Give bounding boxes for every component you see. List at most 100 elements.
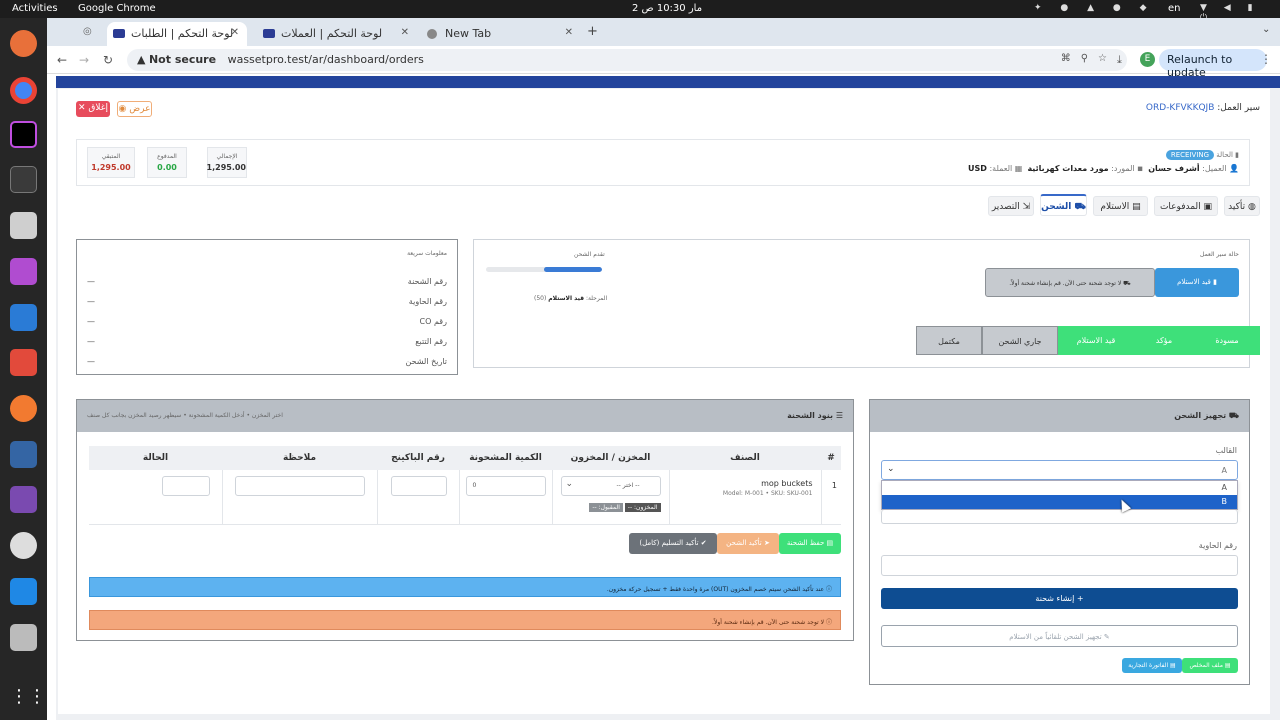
auto-prepare-button[interactable]: ✎ تجهيز الشحن تلقائياً من الاستلام [881,625,1238,647]
reload-icon[interactable]: ↻ [103,53,113,67]
accepted-badge: المقبول: -- [589,503,623,512]
tray-icons[interactable]: ✦ ● ▲ ● ◆ [1034,3,1155,13]
phpstorm-icon[interactable] [10,121,37,148]
status-input[interactable] [161,476,210,496]
view-button[interactable]: عرض ◉ [117,101,152,117]
tab-shipping[interactable]: ⛟ الشحن [1040,194,1087,216]
supplier-value: مورد معدات كهربائية [1027,164,1109,173]
files-icon[interactable] [10,212,37,239]
app-grid-icon[interactable]: ⋮⋮⋮ [10,683,64,710]
tab-export[interactable]: ⇲ التصدير [988,196,1034,216]
row-label: تاريخ الشحن [405,357,447,366]
text-editor-icon[interactable] [10,441,37,468]
status-badge: RECEIVING [1165,150,1215,160]
shipment-items-card: ☰ بنود الشحنة اختر المخزن • أدخل الكمية … [76,399,854,641]
profile-avatar[interactable]: E [1140,52,1155,67]
database-icon[interactable] [10,624,37,651]
workflow-step-draft: مسودة [1194,326,1260,355]
template-select[interactable]: A ⌄ [881,460,1238,480]
hidden-field-behind-dropdown[interactable] [881,510,1238,524]
stat-label: الإجمالي [216,153,238,160]
omnibox-tools[interactable]: ⌘⚲☆ [1061,53,1117,64]
packing-file-button[interactable]: ▤ ملف المخلص [1182,658,1238,673]
language-indicator[interactable]: en [1168,3,1181,14]
col-header: الصنف [730,453,760,463]
close-button[interactable]: إغلاق ✕ [76,101,110,117]
workflow-step-confirmed: مؤكد [1134,326,1194,355]
firefox-icon[interactable] [10,30,37,57]
confirm-full-delivery-button[interactable]: ✔ تأكيد التسليم (كامل) [629,533,717,554]
chrome-icon[interactable] [10,77,37,104]
confirm-shipping-button[interactable]: ➤ تأكيد الشحن [717,533,779,554]
title-text: بنود الشحنة [787,411,834,420]
tab-payments[interactable]: ▣ المدفوعات [1154,196,1218,216]
browser-tab-orders[interactable]: لوحة التحكم | الطلبات ✕ [107,22,247,46]
tab-search-icon[interactable]: ◎ [83,26,92,37]
template-option-b[interactable]: B [882,495,1237,509]
shipping-prep-header: ⛟ تجهيز الشحن [870,400,1249,432]
quick-info-card: معلومات سريعة رقم الشحنة — رقم الحاوية — ر… [76,239,458,375]
clock[interactable]: 2 مار 10:30 ص [632,3,702,14]
active-app-label[interactable]: Google Chrome [78,3,156,14]
shipping-progress-fill [544,267,602,272]
tab-list-chevron-icon[interactable]: ⌄ [1262,24,1270,35]
omnibox[interactable]: ▲ Not secure wassetpro.test/ar/dashboard… [127,49,1127,71]
commercial-invoice-button[interactable]: ▤ الفاتورة التجارية [1122,658,1182,673]
tab-receiving[interactable]: ▤ الاستلام [1093,196,1148,216]
quick-info-row: تاريخ الشحن — [87,352,447,372]
site-favicon-icon [263,29,275,38]
packing-input[interactable] [390,476,447,496]
order-number: ORD-KFVKKQJB [1145,103,1215,113]
workflow-status-title: حالة سير العمل [1200,251,1239,258]
postman-icon[interactable] [10,395,37,422]
row-label: رقم الشحنة [407,277,447,286]
back-arrow-icon[interactable]: ← [57,53,67,67]
table-row: 1 mop buckets Model: M-001 • SKU: SKU-00… [89,470,841,524]
browser-tab-currencies[interactable]: لوحة التحكم | العملات ✕ [257,22,417,46]
download-icon[interactable]: ⤓ [1117,53,1122,67]
terminal-icon[interactable] [10,166,37,193]
status-row: ▮ الحالة RECEIVING [1165,150,1239,160]
browser-tab-new[interactable]: New Tab ✕ [421,22,581,46]
warning-icon: ▲ [137,53,149,66]
chrome-menu-icon[interactable]: ⋮ [1260,52,1272,66]
chevron-down-icon: ⌄ [887,464,895,474]
close-tab-icon[interactable]: ✕ [231,27,239,38]
title-text: تجهيز الشحن [1174,411,1227,420]
stat-value: 1,295.00 [91,163,131,172]
not-secure-label[interactable]: Not secure [149,53,216,66]
anydesk-icon[interactable] [10,349,37,376]
current-status-button[interactable]: ▮ قيد الاستلام [1155,268,1239,297]
forward-arrow-icon[interactable]: → [79,53,89,67]
close-label: إغلاق [88,103,108,113]
shipping-progress-bar [486,267,602,272]
writer-icon[interactable] [10,304,37,331]
close-tab-icon[interactable]: ✕ [565,27,573,38]
relaunch-button[interactable]: Relaunch to update [1159,49,1267,79]
row-value: — [87,297,95,306]
media-player-icon[interactable] [10,258,37,285]
quick-info-list: رقم الشحنة — رقم الحاوية — رقم CO — رقم الت… [87,272,447,372]
template-option-a[interactable]: A [882,481,1237,495]
new-tab-plus-icon[interactable]: + [587,24,598,39]
note-input[interactable] [234,476,365,496]
row-number: 1 [820,470,841,524]
activities-button[interactable]: Activities [12,3,58,14]
os-top-bar: Activities Google Chrome 2 مار 10:30 ص ✦… [0,0,1280,23]
slack-icon[interactable] [10,532,37,559]
warehouse-select[interactable]: -- اختر -- ⌄ [560,476,661,496]
no-shipment-notice: ⛟ لا توجد شحنة حتى الآن. قم بإنشاء شحنة … [985,268,1155,297]
new-tab-favicon-icon [427,29,437,39]
container-input[interactable] [881,555,1238,576]
create-shipment-button[interactable]: + إنشاء شحنة [881,588,1238,609]
stage-label: المرحلة: [585,295,608,302]
save-shipment-button[interactable]: ▤ حفظ الشحنة [779,533,841,554]
qty-input[interactable]: 0 [465,476,546,496]
vscode-icon[interactable] [10,578,37,605]
close-tab-icon[interactable]: ✕ [401,27,409,38]
tab-confirm[interactable]: ◍ تأكيد [1224,196,1260,216]
packing-cell [376,470,459,524]
row-label: رقم التتبع [415,337,447,346]
order-workflow-modal: سير العمل: ORD-KFVKKQJB إغلاق ✕ عرض ◉ ▮ … [58,89,1270,714]
screen-recorder-icon[interactable] [10,486,37,513]
